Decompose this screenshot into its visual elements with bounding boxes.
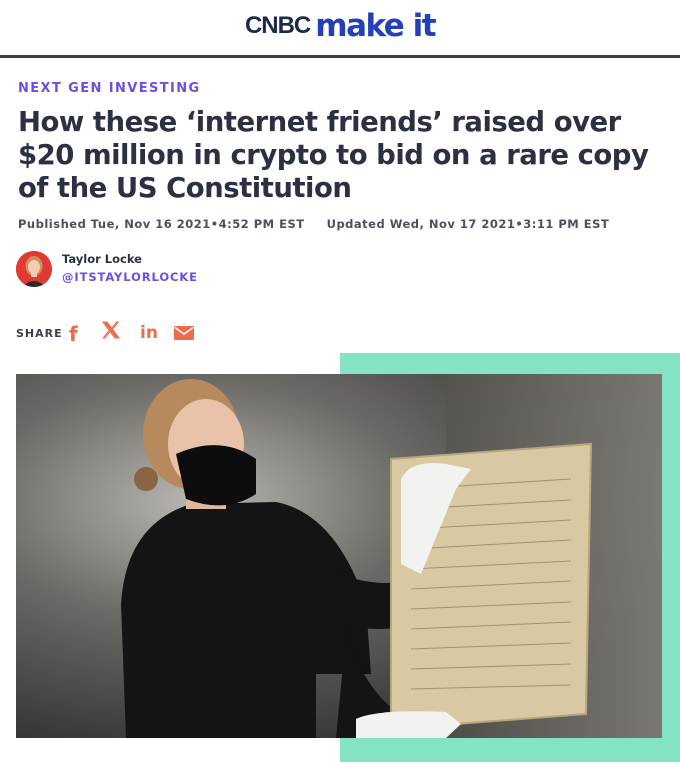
header-divider — [0, 55, 680, 58]
author-avatar[interactable] — [16, 251, 52, 287]
updated-date: Updated Wed, Nov 17 2021•3:11 PM EST — [326, 217, 610, 231]
facebook-icon[interactable]: f — [69, 322, 78, 346]
published-date: Published Tue, Nov 16 2021•4:52 PM EST — [18, 217, 305, 231]
logo-make-it: make it — [315, 8, 436, 44]
author-name[interactable]: Taylor Locke — [62, 252, 142, 266]
x-icon[interactable] — [101, 320, 121, 342]
article-dates: Published Tue, Nov 16 2021•4:52 PM EST Up… — [18, 217, 609, 231]
cnbc-make-it-logo[interactable]: CNBC make it — [0, 8, 680, 44]
linkedin-icon[interactable]: in — [140, 323, 158, 345]
email-icon[interactable] — [174, 325, 194, 347]
author-handle[interactable]: @ITSTAYLORLOCKE — [62, 270, 198, 284]
share-label: SHARE — [16, 327, 63, 340]
site-header: CNBC make it — [0, 0, 680, 58]
article-headline: How these ‘internet friends’ raised over… — [18, 106, 649, 204]
hero-photo[interactable] — [16, 374, 662, 738]
logo-cnbc: CNBC — [244, 12, 311, 39]
section-kicker[interactable]: NEXT GEN INVESTING — [18, 81, 201, 96]
